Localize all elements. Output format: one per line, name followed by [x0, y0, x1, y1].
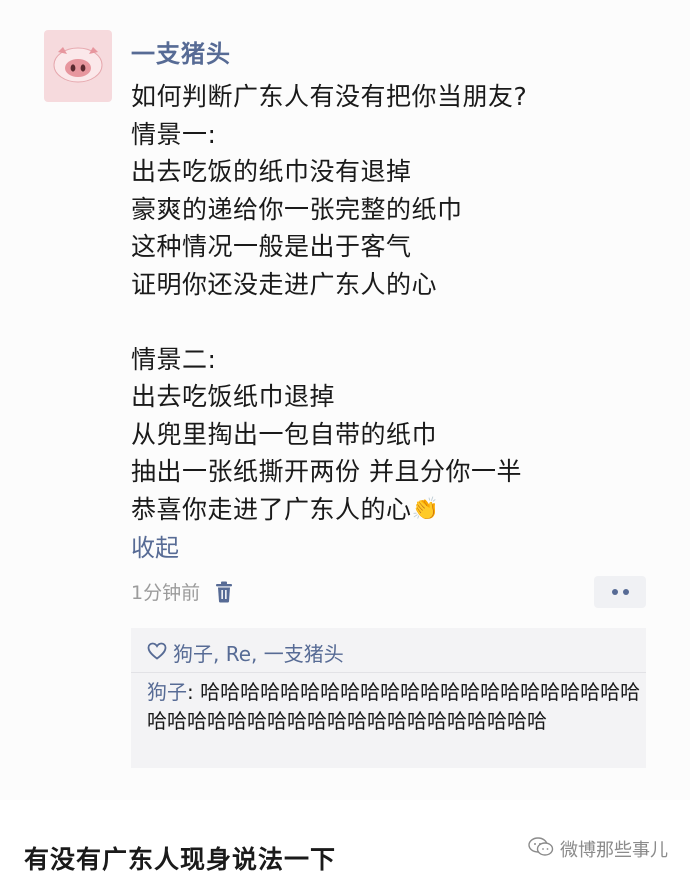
- avatar[interactable]: [44, 30, 112, 102]
- moments-post: 一支猪头 如何判断广东人有没有把你当朋友? 情景一: 出去吃饭的纸巾没有退掉 豪…: [0, 0, 690, 800]
- likes-list[interactable]: 狗子, Re, 一支猪头: [173, 638, 344, 667]
- post-line: 如何判断广东人有没有把你当朋友?: [131, 82, 528, 111]
- pig-face-icon: [52, 44, 104, 88]
- post-meta: 1分钟前: [131, 578, 234, 605]
- caption-text: 有没有广东人现身说法一下: [24, 845, 337, 874]
- divider: [131, 672, 646, 673]
- post-line: 豪爽的递给你一张完整的纸巾: [131, 194, 463, 224]
- post-text: 如何判断广东人有没有把你当朋友? 情景一: 出去吃饭的纸巾没有退掉 豪爽的递给你…: [131, 78, 661, 528]
- trash-icon[interactable]: [214, 581, 234, 603]
- heart-outline-icon: [147, 641, 167, 665]
- collapse-link[interactable]: 收起: [131, 528, 179, 563]
- post-line: 出去吃饭的纸巾没有退掉: [131, 157, 412, 186]
- post-line: 证明你还没走进广东人的心: [131, 269, 438, 299]
- post-line: 抽出一张纸撕开两份 并且分你一半: [131, 457, 522, 486]
- post-line: 出去吃饭纸巾退掉: [131, 382, 336, 411]
- comment-separator: :: [187, 680, 201, 704]
- post-line-text: 恭喜你走进了广东人的心: [131, 494, 412, 524]
- post-line-last: 恭喜你走进了广东人的心👏: [131, 491, 661, 529]
- comment-item[interactable]: 狗子: 哈哈哈哈哈哈哈哈哈哈哈哈哈哈哈哈哈哈哈哈哈哈哈哈哈哈哈哈哈哈哈哈哈哈哈哈…: [147, 678, 642, 736]
- post-line: 从兜里掏出一包自带的纸巾: [131, 419, 438, 449]
- user-name[interactable]: 一支猪头: [131, 34, 231, 69]
- timestamp: 1分钟前: [131, 582, 201, 604]
- wechat-chat-icon: [528, 836, 554, 862]
- watermark: 微博那些事儿: [528, 836, 668, 862]
- more-dots-icon[interactable]: [594, 576, 646, 608]
- comment-text: 哈哈哈哈哈哈哈哈哈哈哈哈哈哈哈哈哈哈哈哈哈哈哈哈哈哈哈哈哈哈哈哈哈哈哈哈哈哈哈哈…: [147, 680, 641, 733]
- comment-author[interactable]: 狗子: [147, 680, 187, 704]
- clapping-hands-emoji: 👏: [411, 496, 440, 522]
- post-line: 这种情况一般是出于客气: [131, 232, 412, 261]
- post-line: 情景二:: [131, 344, 217, 374]
- likes-row: 狗子, Re, 一支猪头: [147, 638, 344, 667]
- interactions-panel: 狗子, Re, 一支猪头 狗子: 哈哈哈哈哈哈哈哈哈哈哈哈哈哈哈哈哈哈哈哈哈哈哈…: [131, 628, 646, 768]
- post-line: 情景一:: [131, 119, 217, 149]
- watermark-text: 微博那些事儿: [560, 840, 668, 861]
